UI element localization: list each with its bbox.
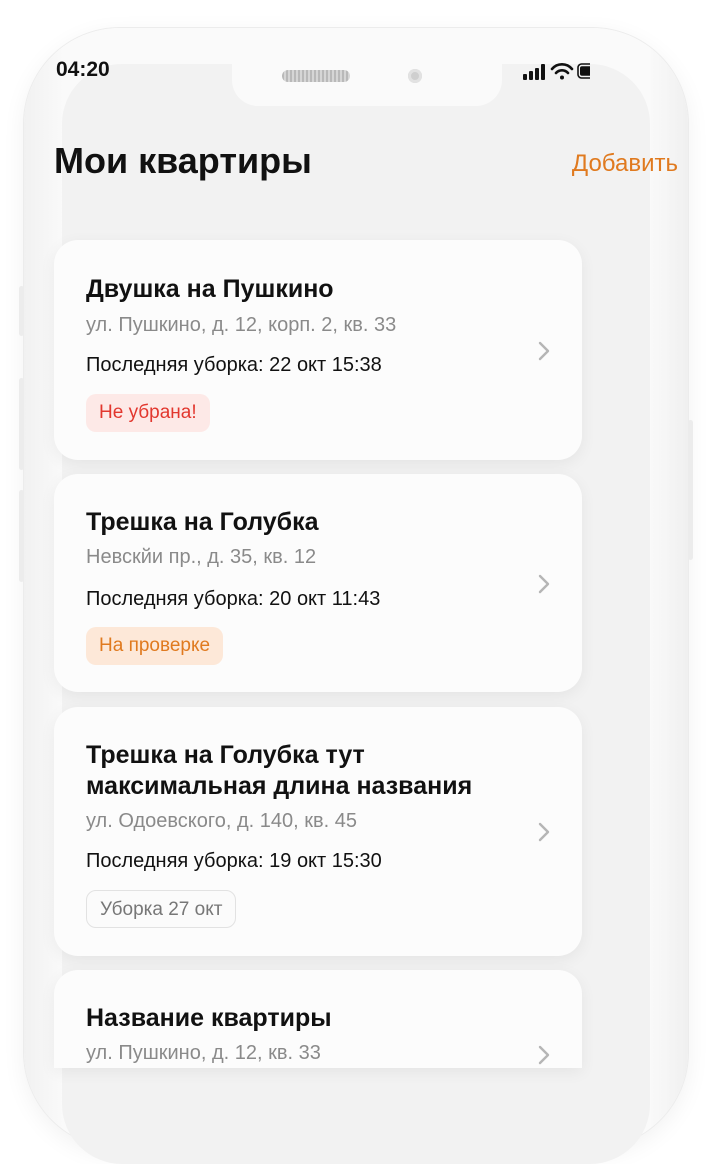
battery-icon [577,63,590,79]
apartment-name: Трешка на Голубка тут максимальная длина… [86,741,473,800]
chevron-right-icon [538,341,550,361]
apartment-address: ул. Одоевского, д. 140, кв. 45 [86,810,357,832]
chevron-right-icon [538,822,550,842]
wifi-icon [550,63,574,80]
apartment-address: ул. Пушкино, д. 12, корп. 2, кв. 33 [86,314,397,336]
status-icons [523,63,590,80]
speaker-grille [282,70,350,82]
status-badge: Уборка 27 окт [86,890,237,928]
phone-notch [232,64,502,106]
phone-side-button [688,420,693,560]
apartment-card[interactable]: Трешка на Голубка тут максимальная длина… [54,707,582,956]
last-cleaning: Последняя уборка: 19 окт 15:30 [86,850,382,872]
add-apartment-button[interactable]: Добавить [572,150,678,178]
phone-side-button [19,490,24,582]
chevron-right-icon [538,574,550,594]
status-badge: Не убрана! [86,394,210,432]
phone-side-button [19,378,24,470]
status-badge: На проверке [86,627,224,665]
last-cleaning: Последняя уборка: 20 окт 11:43 [86,588,381,610]
phone-side-button [19,286,24,336]
apartment-name: Двушка на Пушкино [86,275,334,303]
chevron-right-icon [538,1045,550,1065]
apartment-card[interactable]: Двушка на Пушкино ул. Пушкино, д. 12, ко… [54,240,582,460]
camera-icon [408,69,422,83]
status-time: 04:20 [56,58,110,81]
apartment-name: Трешка на Голубка [86,508,319,536]
last-cleaning: Последняя уборка: 22 окт 15:38 [86,354,382,376]
page-title: Мои квартиры [54,140,312,181]
apartment-card[interactable]: Трешка на Голубка Невскйи пр., д. 35, кв… [54,474,582,692]
apartment-address: Невскйи пр., д. 35, кв. 12 [86,546,317,568]
apartment-card[interactable]: Название квартиры ул. Пушкино, д. 12, кв… [54,970,582,1068]
signal-icon [523,64,545,80]
apartment-name: Название квартиры [86,1004,332,1032]
apartment-address: ул. Пушкино, д. 12, кв. 33 [86,1042,321,1064]
